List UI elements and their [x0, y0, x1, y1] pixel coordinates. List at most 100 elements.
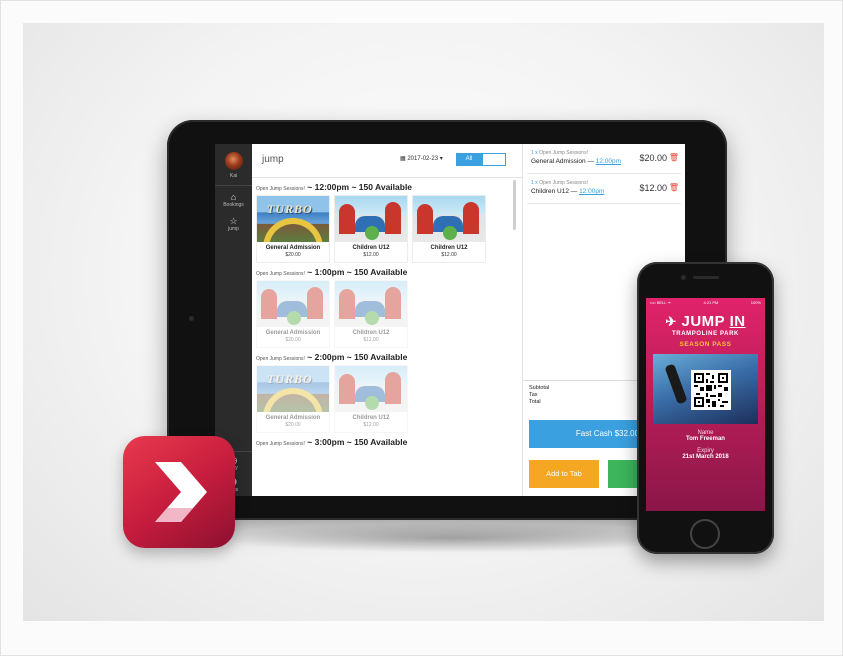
- filter-toggle[interactable]: [482, 153, 506, 166]
- user-name: Kai: [229, 173, 238, 179]
- sidebar-item-label: jump: [228, 226, 239, 232]
- product-image: [335, 366, 407, 412]
- product-showcase: Kai ⌂ Bookings ☆ jump ◷ ivity: [23, 23, 824, 621]
- slide-shape: [339, 374, 355, 404]
- slide-shape: [339, 204, 355, 234]
- session-title: Open Jump Sessions! ~ 3:00pm ~ 150 Avail…: [256, 437, 522, 447]
- product-tile[interactable]: Children U12 $12.00: [334, 280, 408, 348]
- tablet-camera: [189, 316, 194, 321]
- search-input[interactable]: jump: [262, 154, 284, 165]
- session-prefix: Open Jump Sessions!: [256, 356, 305, 362]
- product-image: [335, 196, 407, 242]
- product-tiles: General Admission $20.00 Children U12 $12.0…: [256, 280, 522, 348]
- session-title: Open Jump Sessions! ~ 1:00pm ~ 150 Avail…: [256, 267, 522, 277]
- product-image: TURBO: [257, 196, 329, 242]
- slide-shape: [287, 311, 301, 325]
- cart-item-qty[interactable]: 1 x: [531, 180, 538, 186]
- cart-item-session-name: Open Jump Sessions!: [539, 150, 588, 156]
- product-price: $12.00: [363, 337, 379, 343]
- product-tile[interactable]: Children U12 $12.00: [334, 365, 408, 433]
- slide-shape: [261, 289, 277, 319]
- star-icon: ☆: [229, 216, 238, 226]
- date-picker[interactable]: ▦ 2017-02-23 ▾: [400, 155, 443, 162]
- name-value: Tom Freeman: [686, 436, 725, 442]
- session-time-availability: ~ 2:00pm ~ 150 Available: [307, 352, 408, 362]
- filter-all-button[interactable]: All: [456, 153, 482, 166]
- chevron-down-icon: ▾: [439, 156, 443, 162]
- slide-shape: [307, 287, 323, 319]
- product-image: [335, 281, 407, 327]
- session-title: Open Jump Sessions! ~ 2:00pm ~ 150 Avail…: [256, 352, 522, 362]
- tag-icon: ⌂: [230, 192, 237, 202]
- app-logo: [123, 436, 235, 548]
- product-name: Children U12: [430, 245, 468, 251]
- product-price: $20.00: [285, 252, 301, 258]
- session-group: Open Jump Sessions! ~ 1:00pm ~ 150 Avail…: [252, 263, 522, 348]
- product-tile[interactable]: Children U12 $12.00: [334, 195, 408, 263]
- product-name: Children U12: [352, 415, 390, 421]
- product-price: $20.00: [285, 337, 301, 343]
- product-tiles: TURBO General Admission $20.00 Children U12…: [256, 365, 522, 433]
- phone-speaker: [693, 276, 719, 279]
- status-time: 4:21 PM: [703, 300, 719, 305]
- product-tile[interactable]: General Admission $20.00: [256, 280, 330, 348]
- product-tile[interactable]: TURBO General Admission $20.00: [256, 365, 330, 433]
- add-to-tab-button[interactable]: Add to Tab: [529, 460, 599, 488]
- cart-item-price: $20.00: [639, 153, 667, 163]
- trash-icon[interactable]: 🗑: [669, 183, 679, 192]
- cart-item[interactable]: 1 x Open Jump Sessions! General Admissio…: [527, 146, 681, 174]
- cart-item-qty[interactable]: 1 x: [531, 150, 538, 156]
- home-button[interactable]: [690, 519, 720, 549]
- slide-shape: [365, 226, 379, 240]
- date-value: 2017-02-23: [407, 156, 439, 162]
- brand-main: JUMP: [681, 313, 725, 330]
- trash-icon[interactable]: 🗑: [669, 153, 679, 162]
- floor-shadow: [213, 523, 693, 553]
- battery-level: 100%: [750, 300, 761, 305]
- session-list: Open Jump Sessions! ~ 12:00pm ~ 150 Avai…: [252, 178, 522, 447]
- ride-arch: [263, 218, 323, 242]
- expiry-value: 21st March 2018: [682, 454, 729, 460]
- slide-shape: [365, 311, 379, 325]
- cart-item-name: Children U12 — 12:00pm: [531, 188, 604, 195]
- cart-item-product: General Admission —: [531, 158, 594, 165]
- slide-shape: [385, 287, 401, 319]
- product-price: $12.00: [363, 422, 379, 428]
- brand-logo: ✈ JUMP IN: [646, 313, 765, 330]
- cart-item[interactable]: 1 x Open Jump Sessions! Children U12 — 1…: [527, 176, 681, 204]
- cart-item-session-name: Open Jump Sessions!: [539, 180, 588, 186]
- cart-item-name: General Admission — 12:00pm: [531, 158, 621, 165]
- cart-item-time[interactable]: 12:00pm: [596, 158, 621, 165]
- product-price: $12.00: [441, 252, 457, 258]
- product-tile[interactable]: TURBO General Admission $20.00: [256, 195, 330, 263]
- slide-shape: [339, 289, 355, 319]
- cart-item-session: 1 x Open Jump Sessions!: [531, 180, 588, 186]
- search-bar: jump ▦ 2017-02-23 ▾ All: [252, 144, 522, 178]
- pass-type: SEASON PASS: [679, 341, 732, 348]
- product-image: [413, 196, 485, 242]
- ride-sign: TURBO: [267, 372, 313, 386]
- cart-item-price: $12.00: [639, 183, 667, 193]
- product-image: TURBO: [257, 366, 329, 412]
- product-name: Children U12: [352, 330, 390, 336]
- product-name: Children U12: [352, 245, 390, 251]
- product-tiles: TURBO General Admission $20.00 Children U12…: [256, 195, 522, 263]
- cart-item-time[interactable]: 12:00pm: [579, 188, 604, 195]
- avatar[interactable]: [224, 152, 243, 170]
- ride-sign: TURBO: [267, 202, 313, 216]
- slide-shape: [417, 204, 433, 234]
- scrollbar[interactable]: [513, 180, 516, 230]
- status-bar: •••• BELL ᯤ 4:21 PM 100%: [646, 298, 765, 306]
- pos-screen: Kai ⌂ Bookings ☆ jump ◷ ivity: [215, 144, 685, 496]
- sidebar-item-bookings[interactable]: ⌂ Bookings: [215, 186, 252, 210]
- brand-in: IN: [729, 313, 746, 330]
- product-price: $20.00: [285, 422, 301, 428]
- session-time-availability: ~ 1:00pm ~ 150 Available: [307, 267, 408, 277]
- slide-shape: [365, 396, 379, 410]
- session-prefix: Open Jump Sessions!: [256, 186, 305, 192]
- slide-shape: [385, 202, 401, 234]
- product-tile[interactable]: Children U12 $12.00: [412, 195, 486, 263]
- cart-item-session: 1 x Open Jump Sessions!: [531, 150, 588, 156]
- sidebar-item-jump[interactable]: ☆ jump: [215, 210, 252, 234]
- product-image: [257, 281, 329, 327]
